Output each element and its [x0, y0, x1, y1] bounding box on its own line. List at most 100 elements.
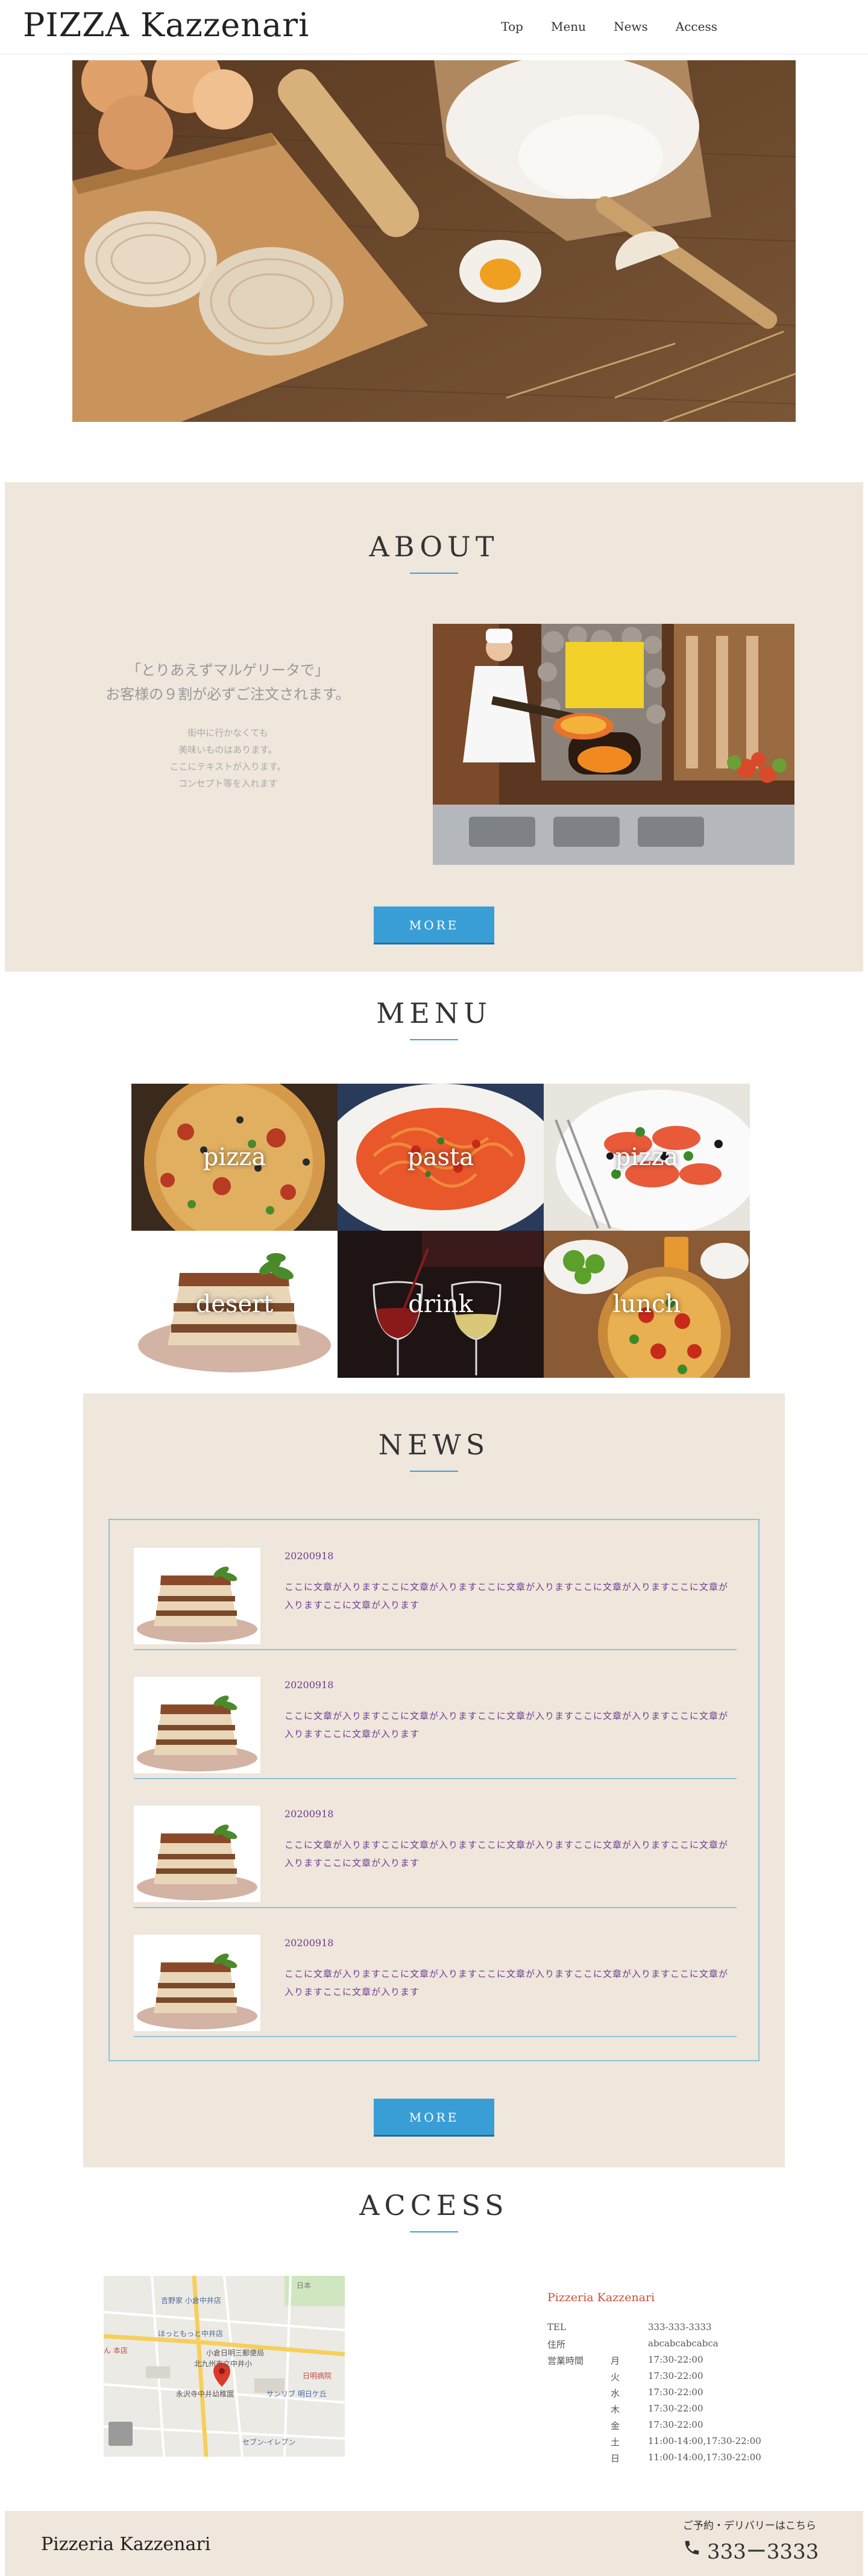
- news-date: 20200918: [285, 1550, 334, 1562]
- hours-time: 17:30-22:00: [648, 2370, 703, 2381]
- main-nav: Top Menu News Access: [501, 19, 717, 34]
- menu-tile-drink[interactable]: drink: [338, 1231, 544, 1378]
- news-date: 20200918: [285, 1937, 334, 1949]
- map-label: 日明病院: [303, 2371, 332, 2380]
- about-text-line: 街中に行かなくても: [187, 727, 268, 738]
- map-label: 吉野家 小倉中井店: [161, 2296, 221, 2305]
- tel-label: TEL: [547, 2322, 566, 2333]
- news-text: ここに文章が入りますここに文章が入りますここに文章が入りますここに文章が入ります…: [285, 1711, 729, 1739]
- news-thumb-image: [134, 1548, 260, 1644]
- hours-time: 17:30-22:00: [648, 2354, 703, 2365]
- hours-time: 17:30-22:00: [648, 2387, 703, 2398]
- tel-value: 333-333-3333: [648, 2322, 712, 2333]
- chef-photo: [433, 624, 794, 865]
- menu-title-underline: [410, 1039, 458, 1040]
- menu-tile-label: pizza: [203, 1143, 266, 1171]
- hours-time: 17:30-22:00: [648, 2403, 703, 2414]
- map-label: セブン-イレブン: [242, 2437, 295, 2446]
- news-list: 20200918 ここに文章が入りますここに文章が入りますここに文章が入りますこ…: [108, 1519, 760, 2061]
- about-title: ABOUT: [369, 530, 499, 563]
- menu-tile-desert[interactable]: desert: [131, 1231, 338, 1378]
- site-logo[interactable]: PIZZA Kazzenari: [23, 6, 309, 44]
- footer-phone-number: 333ー3333: [707, 2540, 819, 2564]
- nav-menu[interactable]: Menu: [551, 19, 586, 34]
- footer-shop-name: Pizzeria Kazzenari: [41, 2534, 211, 2555]
- news-item[interactable]: 20200918 ここに文章が入りますここに文章が入りますここに文章が入りますこ…: [134, 1907, 737, 2037]
- hours-day: 火: [611, 2372, 620, 2383]
- news-section: NEWS 20200918 ここに文章が入りますここに文章が入りますここに文章が…: [83, 1393, 785, 2167]
- about-lead: 「とりあえずマルゲリータで」 お客様の９割が必ずご注文されます。: [71, 658, 385, 706]
- map-thumbnail-toggle[interactable]: [108, 2422, 133, 2446]
- hours-time: 11:00-14:00,17:30-22:00: [648, 2436, 761, 2446]
- menu-title: MENU: [376, 997, 492, 1029]
- menu-tile-pizza-2[interactable]: pizza: [544, 1084, 750, 1231]
- nav-news[interactable]: News: [614, 19, 648, 34]
- about-text-line: 美味いものはあります。: [178, 744, 277, 755]
- map-label: 日本: [297, 2281, 311, 2290]
- hours-day: 日: [611, 2453, 620, 2464]
- news-thumbnail: [134, 1935, 260, 2031]
- menu-tile-pizza[interactable]: pizza: [131, 1084, 338, 1231]
- about-text-line: ここにテキストが入ります。: [169, 761, 286, 772]
- menu-tile-label: pizza: [615, 1143, 679, 1171]
- news-item[interactable]: 20200918 ここに文章が入りますここに文章が入りますここに文章が入りますこ…: [134, 1649, 737, 1779]
- hours-label: 営業時間: [547, 2355, 584, 2366]
- hours-day: 月: [611, 2355, 620, 2366]
- hero-illustration: [72, 60, 796, 422]
- site-footer: Pizzeria Kazzenari ご予約・デリバリーはこちら 333ー333…: [5, 2511, 863, 2576]
- news-thumbnail: [134, 1806, 260, 1902]
- google-map[interactable]: 吉野家 小倉中井店 ほっともっと中井店 小倉日明三郵便局 北九州市立中井小 永沢…: [104, 2276, 345, 2457]
- menu-section: MENU pizza pasta pizza desert drink lunc…: [0, 972, 868, 1393]
- news-thumbnail: [134, 1548, 260, 1644]
- map-label: 永沢寺中井幼稚園: [176, 2389, 234, 2398]
- menu-tile-label: pasta: [407, 1143, 474, 1171]
- news-thumb-image: [134, 1935, 260, 2031]
- access-title: ACCESS: [359, 2189, 509, 2222]
- hours-time: 11:00-14:00,17:30-22:00: [648, 2452, 761, 2463]
- access-section: ACCESS 吉野家 小倉中井店 ほっともっと中井店 小倉日明三郵便局 北九州市…: [0, 2167, 868, 2505]
- hours-day: 水: [611, 2388, 620, 2399]
- hours-day: 金: [611, 2420, 620, 2431]
- footer-phone[interactable]: 333ー3333: [683, 2535, 819, 2565]
- access-title-underline: [410, 2231, 458, 2232]
- menu-tile-label: lunch: [612, 1290, 681, 1318]
- map-label: 北九州市立中井小: [194, 2359, 252, 2368]
- about-text-line: コンセプト等を入れます: [178, 778, 278, 789]
- news-text: ここに文章が入りますここに文章が入りますここに文章が入りますここに文章が入ります…: [285, 1839, 729, 1868]
- news-thumbnail: [134, 1677, 260, 1773]
- news-text: ここに文章が入りますここに文章が入りますここに文章が入りますここに文章が入ります…: [285, 1582, 729, 1610]
- nav-access[interactable]: Access: [676, 19, 717, 34]
- nav-top[interactable]: Top: [501, 19, 523, 34]
- menu-grid: pizza pasta pizza desert drink lunch: [131, 1084, 750, 1378]
- map-illustration: 吉野家 小倉中井店 ほっともっと中井店 小倉日明三郵便局 北九州市立中井小 永沢…: [104, 2276, 345, 2457]
- chef-illustration: [433, 624, 794, 865]
- news-item[interactable]: 20200918 ここに文章が入りますここに文章が入りますここに文章が入りますこ…: [134, 1778, 737, 1908]
- news-thumb-image: [134, 1677, 260, 1773]
- footer-reservation-note: ご予約・デリバリーはこちら: [683, 2520, 816, 2532]
- hours-day: 土: [611, 2437, 620, 2448]
- hero-image: [72, 60, 796, 422]
- news-date: 20200918: [285, 1679, 334, 1691]
- news-text: ここに文章が入りますここに文章が入りますここに文章が入りますここに文章が入ります…: [285, 1968, 729, 1997]
- about-text: 街中に行かなくても 美味いものはあります。 ここにテキストが入ります。 コンセプ…: [71, 724, 385, 792]
- address-value: abcabcabcabca: [648, 2338, 719, 2349]
- about-lead-line1: 「とりあえずマルゲリータで」: [127, 662, 329, 679]
- news-item[interactable]: 20200918 ここに文章が入りますここに文章が入りますここに文章が入りますこ…: [134, 1520, 737, 1650]
- menu-tile-lunch[interactable]: lunch: [544, 1231, 750, 1378]
- menu-tile-pasta[interactable]: pasta: [338, 1084, 544, 1231]
- map-label: サンリブ 明日ケ丘: [266, 2389, 327, 2398]
- shop-name: Pizzeria Kazzenari: [547, 2291, 655, 2304]
- phone-icon: [683, 2538, 701, 2562]
- address-label: 住所: [547, 2339, 566, 2350]
- hours-time: 17:30-22:00: [648, 2419, 703, 2430]
- news-more-button[interactable]: MORE: [374, 2099, 494, 2135]
- news-title-underline: [410, 1471, 458, 1472]
- site-header: PIZZA Kazzenari Top Menu News Access: [0, 0, 868, 54]
- about-more-button[interactable]: MORE: [374, 906, 494, 943]
- menu-tile-label: desert: [195, 1290, 274, 1318]
- menu-tile-label: drink: [408, 1290, 473, 1318]
- news-date: 20200918: [285, 1808, 334, 1820]
- hours-day: 木: [611, 2404, 620, 2415]
- map-label: 小倉日明三郵便局: [206, 2348, 264, 2357]
- map-label: ほっともっと中井店: [158, 2329, 223, 2338]
